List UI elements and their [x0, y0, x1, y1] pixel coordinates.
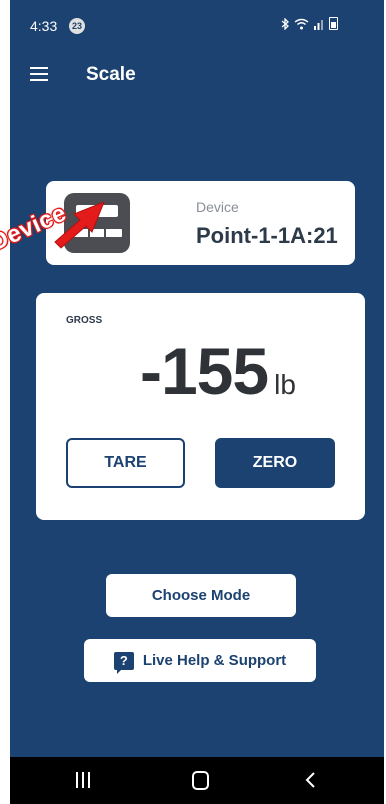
gross-weight-card: GROSS -155 lb TARE ZERO: [36, 293, 365, 520]
status-icons: [281, 17, 338, 30]
bluetooth-icon: [281, 17, 289, 30]
weight-value: -155: [140, 334, 269, 408]
gross-label: GROSS: [66, 315, 103, 326]
signal-icon: [314, 19, 323, 30]
status-time: 4:33: [30, 18, 58, 34]
home-icon[interactable]: [192, 771, 209, 790]
zero-button[interactable]: ZERO: [215, 438, 335, 488]
scale-device-icon: [64, 193, 130, 253]
recents-icon[interactable]: [76, 772, 92, 788]
battery-icon: [329, 17, 338, 30]
weight-unit: lb: [274, 369, 296, 400]
live-help-button[interactable]: ? Live Help & Support: [84, 639, 316, 682]
device-label: Device: [196, 199, 239, 215]
app-bar: Scale: [10, 55, 384, 95]
device-name: Point-1-1A:21: [196, 223, 338, 248]
back-icon[interactable]: [302, 769, 320, 791]
page-title: Scale: [86, 64, 136, 85]
live-help-label: Live Help & Support: [142, 652, 287, 669]
hamburger-menu-icon[interactable]: [30, 67, 48, 81]
device-card[interactable]: Device Point-1-1A:21: [46, 181, 355, 265]
status-bar: 4:33 23: [10, 0, 384, 46]
tare-button[interactable]: TARE: [66, 438, 185, 488]
weight-readout: -155 lb: [140, 333, 296, 409]
choose-mode-button[interactable]: Choose Mode: [106, 574, 296, 617]
notification-badge: 23: [69, 18, 85, 34]
help-chat-icon: ?: [113, 651, 134, 674]
app-screen: 4:33 23 Scale Device Point-1-1A:21 GROSS…: [10, 0, 384, 804]
wifi-icon: [294, 18, 309, 29]
navigation-bar: [10, 757, 384, 804]
